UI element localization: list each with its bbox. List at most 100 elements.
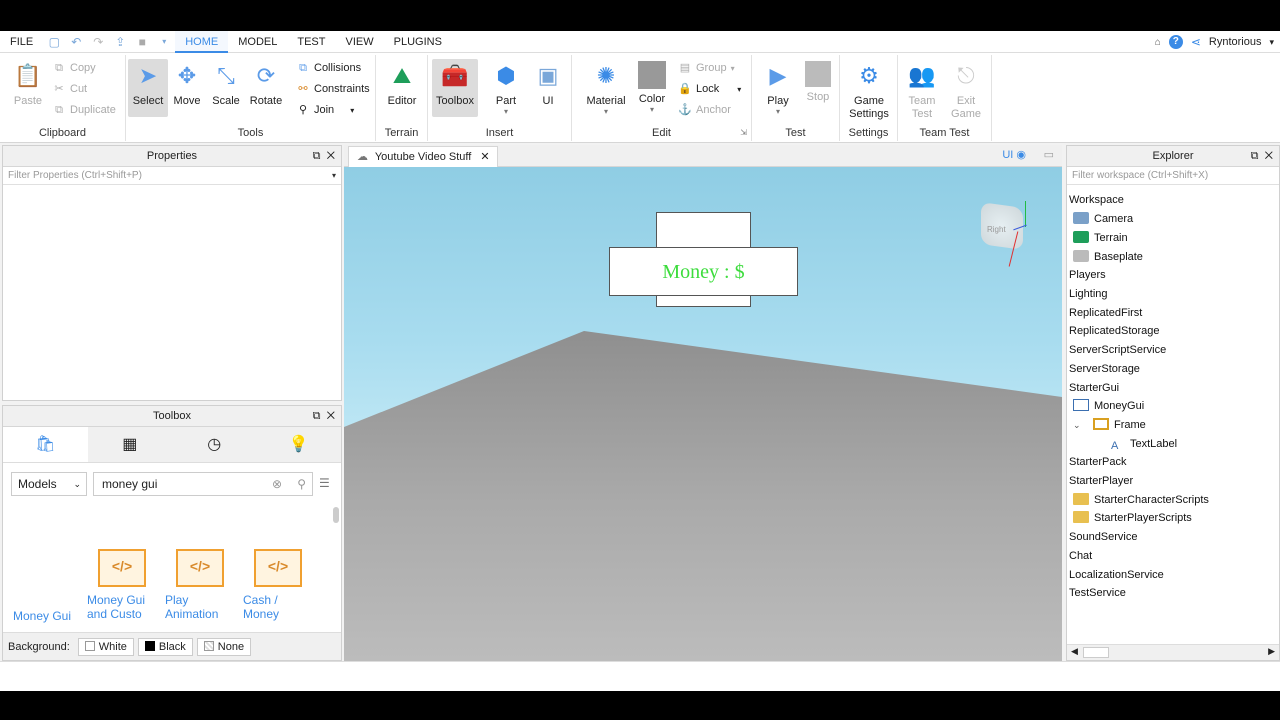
toolbox-tab-inventory[interactable]: ▦ <box>88 427 173 462</box>
user-menu-chevron-icon[interactable]: ▾ <box>1269 37 1274 48</box>
bg-white-button[interactable]: White <box>77 637 134 656</box>
toolbox-scrollbar[interactable] <box>333 507 339 523</box>
clear-search-icon[interactable]: ⊗ <box>272 473 282 495</box>
tree-item-camera[interactable]: Camera <box>1073 210 1133 228</box>
stop-icon[interactable]: ■ <box>135 35 149 49</box>
toolbox-search-input[interactable]: money gui ⊗ ⚲ <box>93 472 313 496</box>
tree-item-replicatedfirst[interactable]: ReplicatedFirst <box>1069 304 1142 322</box>
exit-game-button[interactable]: ⎋ Exit Game <box>946 59 986 125</box>
share-icon[interactable]: ⋖ <box>1191 35 1201 49</box>
tree-item-replicatedstorage[interactable]: ReplicatedStorage <box>1069 322 1160 340</box>
tab-close-icon[interactable]: ✕ <box>480 151 489 163</box>
tree-item-serverstorage[interactable]: ServerStorage <box>1069 360 1140 378</box>
menu-file[interactable]: FILE <box>0 31 43 53</box>
category-select[interactable]: Models ⌄ <box>11 472 87 496</box>
stop-button[interactable]: Stop <box>798 59 838 117</box>
team-test-button[interactable]: 👥 Team Test <box>902 59 942 125</box>
properties-filter-chevron-icon[interactable]: ▾ <box>332 167 336 185</box>
scroll-left-icon[interactable]: ◀ <box>1071 646 1078 657</box>
tree-item-frame[interactable]: ⌄ Frame <box>1073 416 1146 434</box>
explorer-filter-input[interactable]: Filter workspace (Ctrl+Shift+X) <box>1067 167 1279 185</box>
explorer-float-icon[interactable]: ⧉ <box>1251 150 1259 162</box>
group-button[interactable]: ▤ Group ▾ <box>678 59 735 77</box>
toolbox-item[interactable]: </> Money Gui and Custo <box>87 543 157 633</box>
bg-black-button[interactable]: Black <box>137 637 193 656</box>
tree-item-startergui[interactable]: StarterGui <box>1069 379 1119 397</box>
properties-float-icon[interactable]: ⧉ <box>313 150 321 162</box>
tree-item-soundservice[interactable]: SoundService <box>1069 528 1138 546</box>
select-button[interactable]: ➤ Select <box>128 59 168 117</box>
tree-item-baseplate[interactable]: Baseplate <box>1073 248 1143 266</box>
money-text-label[interactable]: Money : $ <box>609 247 798 296</box>
collisions-toggle[interactable]: ⧉ Collisions <box>296 59 361 77</box>
viewport-3d[interactable]: Money : $ Right <box>344 167 1062 661</box>
tree-item-starterplayer[interactable]: StarterPlayer <box>1069 472 1133 490</box>
fullscreen-icon[interactable]: ▭ <box>1044 148 1054 161</box>
toolbox-item[interactable]: Money Gui <box>7 543 77 623</box>
explorer-hscrollbar[interactable]: ◀ ▶ <box>1067 644 1279 660</box>
tree-item-chat[interactable]: Chat <box>1069 547 1092 565</box>
cut-button[interactable]: ✂ Cut <box>52 80 87 98</box>
anchor-button[interactable]: ⚓ Anchor <box>678 101 731 119</box>
tree-item-startercharacterscripts[interactable]: StarterCharacterScripts <box>1073 491 1209 509</box>
scroll-right-icon[interactable]: ▶ <box>1268 646 1275 657</box>
rotate-button[interactable]: ⟳ Rotate <box>246 59 286 117</box>
search-icon[interactable]: ⚲ <box>297 473 306 495</box>
toolbox-button[interactable]: 🧰 Toolbox <box>432 59 478 117</box>
undo-icon[interactable]: ↶ <box>69 35 83 49</box>
tree-item-starterplayerscripts[interactable]: StarterPlayerScripts <box>1073 509 1192 527</box>
terrain-editor-button[interactable]: ⛰ Editor <box>382 59 422 117</box>
toolbox-tab-recent[interactable]: ◷ <box>172 427 257 462</box>
publish-icon[interactable]: ⇪ <box>113 35 127 49</box>
tree-item-players[interactable]: Players <box>1069 266 1106 284</box>
tree-item-moneygui[interactable]: MoneyGui <box>1073 397 1144 415</box>
color-button[interactable]: Color ▾ <box>632 59 672 117</box>
play-button[interactable]: ▶ Play ▾ <box>758 59 798 117</box>
username[interactable]: Ryntorious <box>1209 36 1262 48</box>
new-file-icon[interactable]: ▢ <box>47 35 61 49</box>
lock-button[interactable]: 🔒 Lock ▾ <box>678 80 741 98</box>
toolbox-tab-creations[interactable]: 💡 <box>257 427 342 462</box>
explorer-close-icon[interactable]: ✕ <box>1265 150 1273 162</box>
menu-home[interactable]: HOME <box>175 31 229 53</box>
redo-icon[interactable]: ↷ <box>91 35 105 49</box>
toolbox-item[interactable]: </> Cash / Money <box>243 543 313 633</box>
view-cube[interactable]: Right <box>977 201 1031 267</box>
toolbox-close-icon[interactable]: ✕ <box>327 410 335 422</box>
filter-settings-icon[interactable]: ☰ <box>319 476 330 490</box>
menu-view[interactable]: VIEW <box>335 31 383 53</box>
properties-filter-input[interactable]: Filter Properties (Ctrl+Shift+P) ▾ <box>3 167 341 185</box>
ui-button[interactable]: ▣ UI <box>528 59 568 117</box>
tree-item-workspace[interactable]: Workspace <box>1069 191 1124 209</box>
properties-close-icon[interactable]: ✕ <box>327 150 335 162</box>
move-button[interactable]: ✥ Move <box>167 59 207 117</box>
material-button[interactable]: ✺ Material ▾ <box>584 59 628 117</box>
tree-item-testservice[interactable]: TestService <box>1069 584 1126 602</box>
tree-item-terrain[interactable]: Terrain <box>1073 229 1128 247</box>
paste-button[interactable]: 📋 Paste <box>8 59 48 117</box>
toolbox-item[interactable]: </> Play Animation <box>165 543 235 633</box>
menu-model[interactable]: MODEL <box>228 31 287 53</box>
constraints-toggle[interactable]: ⚯ Constraints <box>296 80 369 98</box>
document-tab[interactable]: ☁ Youtube Video Stuff ✕ <box>348 146 498 167</box>
part-button[interactable]: ⬢ Part ▾ <box>486 59 526 117</box>
customize-icon[interactable]: ▾ <box>157 35 171 49</box>
tree-item-localizationservice[interactable]: LocalizationService <box>1069 566 1164 584</box>
help-icon[interactable]: ? <box>1168 35 1183 49</box>
menu-plugins[interactable]: PLUGINS <box>384 31 452 53</box>
scale-button[interactable]: ⤡ Scale <box>206 59 246 117</box>
collapse-ribbon-icon[interactable]: ⌂ <box>1155 37 1161 48</box>
duplicate-button[interactable]: ⧉ Duplicate <box>52 101 116 119</box>
tree-item-lighting[interactable]: Lighting <box>1069 285 1108 303</box>
bg-none-button[interactable]: None <box>196 637 252 656</box>
expand-chevron-icon[interactable]: ⌄ <box>1073 416 1087 434</box>
tree-item-starterpack[interactable]: StarterPack <box>1069 453 1126 471</box>
copy-button[interactable]: ⧉ Copy <box>52 59 96 77</box>
toolbox-float-icon[interactable]: ⧉ <box>313 410 321 422</box>
join-dropdown[interactable]: ⚲ Join ▾ <box>296 101 354 119</box>
ui-visibility-toggle[interactable]: UI ◉ <box>1002 148 1026 161</box>
menu-test[interactable]: TEST <box>287 31 335 53</box>
game-settings-button[interactable]: ⚙ Game Settings <box>846 59 892 125</box>
toolbox-tab-marketplace[interactable]: 🛍 <box>3 427 88 462</box>
scroll-thumb[interactable] <box>1083 647 1109 658</box>
